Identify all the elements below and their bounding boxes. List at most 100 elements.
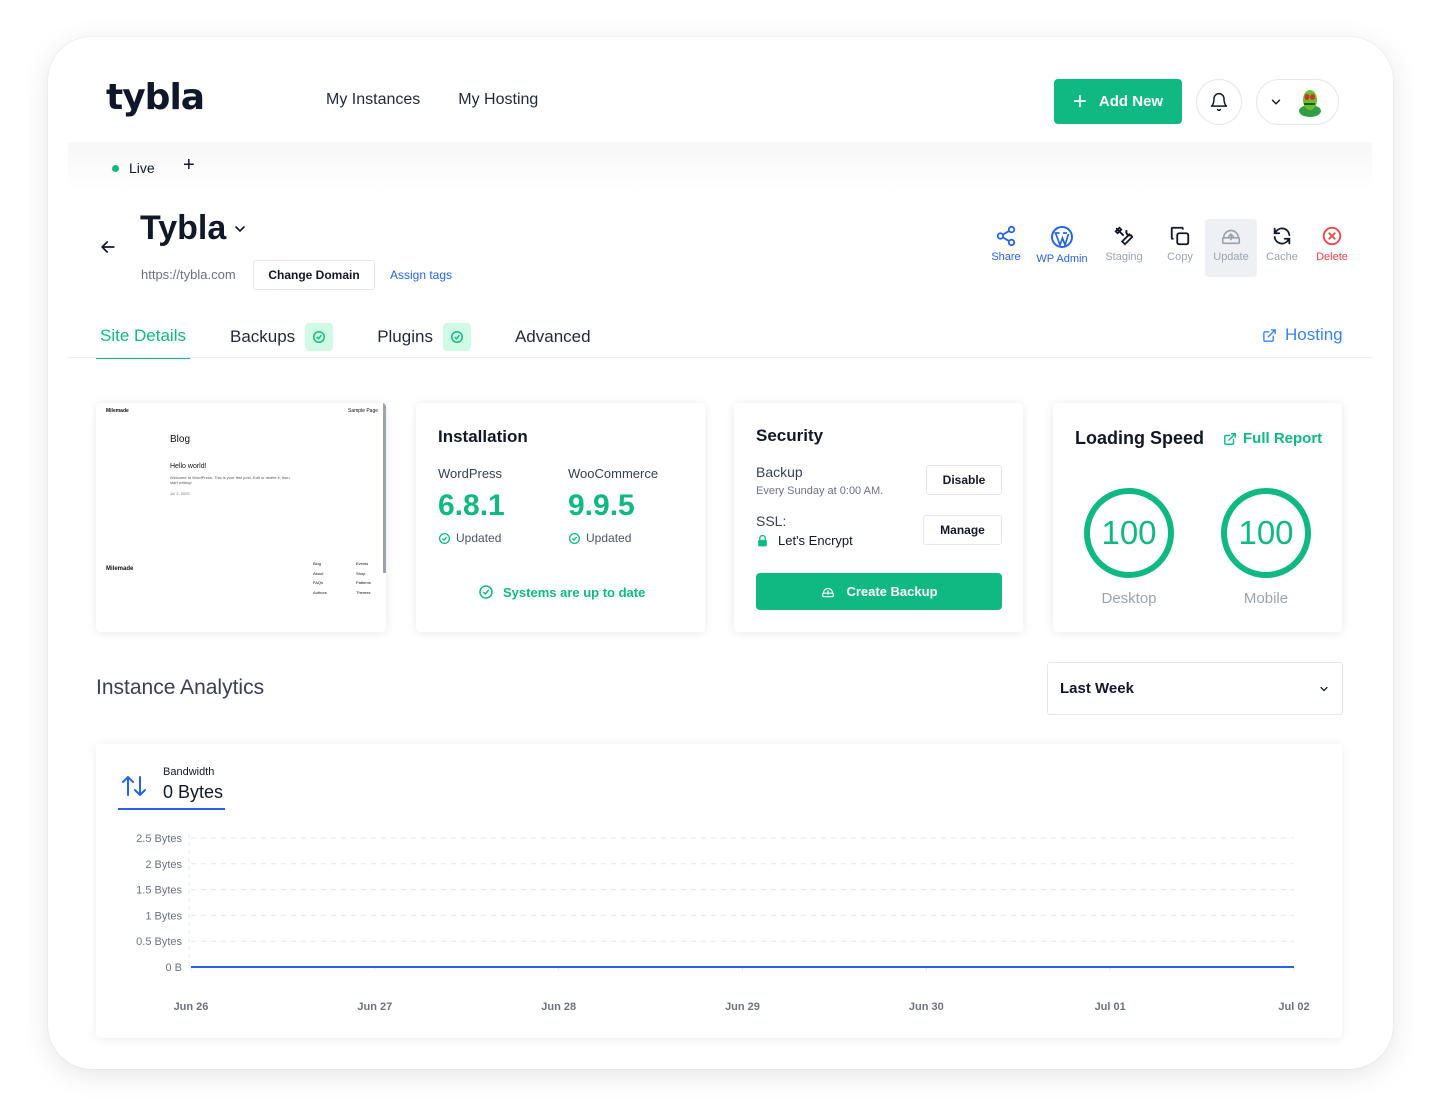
preview-footer-col2: Events Shop Patterns Themes	[356, 559, 371, 597]
analytics-title: Instance Analytics	[96, 676, 265, 699]
disable-backup-button[interactable]: Disable	[926, 465, 1002, 495]
delete-icon	[1322, 226, 1342, 246]
staging-action[interactable]: Staging	[1093, 219, 1155, 277]
preview-post-date: Jul 2, 2025	[170, 491, 190, 496]
y-tick-label: 1.5 Bytes	[136, 885, 182, 897]
desktop-score-gauge: 100	[1084, 488, 1174, 578]
tab-label: Advanced	[514, 327, 591, 346]
change-domain-button[interactable]: Change Domain	[253, 260, 375, 290]
cache-action[interactable]: Cache	[1257, 219, 1307, 277]
woocommerce-version: 9.9.5	[568, 489, 635, 522]
systems-status-text: Systems are up to date	[503, 584, 646, 600]
delete-action[interactable]: Delete	[1307, 219, 1357, 277]
environment-bar: Live +	[68, 142, 1372, 192]
woocommerce-status: Updated	[568, 531, 631, 545]
site-title[interactable]: Tybla	[140, 209, 248, 248]
full-report-link[interactable]: Full Report	[1223, 430, 1322, 447]
check-circle-icon	[479, 585, 493, 599]
external-link-icon	[1263, 328, 1276, 342]
preview-footer-link: FAQs	[313, 580, 324, 585]
add-environment-button[interactable]: +	[183, 154, 195, 177]
share-label: Share	[991, 251, 1021, 263]
app-frame: tybla My Instances My Hosting + Add New …	[48, 37, 1393, 1069]
tabs-divider	[68, 357, 1372, 358]
preview-post-excerpt: Welcome to WordPress. This is your first…	[170, 475, 290, 485]
ssl-provider: Let's Encrypt	[778, 533, 853, 548]
copy-icon	[1170, 226, 1190, 246]
user-menu[interactable]	[1256, 79, 1339, 125]
y-tick-label: 1 Bytes	[145, 910, 182, 922]
x-tick-label: Jun 28	[541, 1001, 576, 1013]
preview-footer-col1: Blog About FAQs Authors	[313, 559, 327, 597]
security-title: Security	[756, 426, 824, 445]
preview-scrollbar	[383, 403, 386, 573]
site-preview-card[interactable]: Milemade Sample Page Blog Hello world! W…	[96, 403, 386, 632]
tab-site-details[interactable]: Site Details	[96, 315, 190, 359]
delete-label: Delete	[1316, 251, 1348, 263]
x-tick-label: Jul 01	[1095, 1001, 1126, 1013]
ssl-label: SSL:	[756, 513, 787, 529]
tab-label: Site Details	[100, 326, 186, 345]
back-button[interactable]	[98, 237, 118, 262]
share-action[interactable]: Share	[981, 219, 1031, 277]
tab-label: Plugins	[377, 327, 433, 346]
chevron-down-icon	[1320, 686, 1328, 691]
staging-label: Staging	[1105, 251, 1143, 263]
preview-heading: Blog	[170, 434, 191, 445]
mobile-label: Mobile	[1243, 590, 1289, 607]
hosting-link-label: Hosting	[1285, 325, 1343, 344]
preview-footer-link: Blog	[313, 561, 322, 566]
add-new-button[interactable]: + Add New	[1054, 79, 1182, 124]
env-live-tab[interactable]: Live	[112, 160, 155, 176]
ssl-status: Let's Encrypt	[756, 533, 853, 548]
wp-admin-action[interactable]: WP Admin	[1031, 219, 1093, 277]
tab-backups[interactable]: Backups	[226, 315, 337, 359]
backup-label: Backup	[756, 464, 803, 480]
copy-label: Copy	[1167, 251, 1193, 263]
installation-card: Installation WordPress 6.8.1 Updated Woo…	[416, 403, 705, 632]
analytics-chart-card: Bandwidth 0 Bytes 2.5 Bytes 2 Bytes 1.5 By…	[96, 744, 1342, 1038]
avatar	[1295, 87, 1325, 117]
hosting-link[interactable]: Hosting	[1262, 325, 1343, 345]
x-tick-label: Jun 30	[909, 1001, 944, 1013]
update-label: Update	[1213, 251, 1249, 263]
x-tick-label: Jul 02	[1278, 1001, 1309, 1013]
y-tick-label: 0 B	[165, 962, 182, 974]
security-card: Security Backup Every Sunday at 0:00 AM.…	[734, 403, 1023, 632]
systems-status: Systems are up to date	[478, 584, 645, 600]
update-action[interactable]: Update	[1205, 219, 1257, 277]
logo[interactable]: tybla	[106, 77, 205, 118]
preview-site-name: Milemade	[106, 408, 129, 414]
period-select[interactable]: Last Week	[1047, 662, 1343, 715]
assign-tags-link[interactable]: Assign tags	[390, 268, 452, 282]
external-link-icon	[1224, 432, 1236, 445]
full-report-label: Full Report	[1243, 430, 1323, 447]
nav-my-hosting[interactable]: My Hosting	[458, 91, 538, 109]
loading-speed-title: Loading Speed	[1075, 428, 1205, 448]
tab-label: Backups	[229, 327, 296, 346]
preview-footer-link: Shop	[356, 570, 366, 576]
create-backup-label: Create Backup	[846, 584, 938, 599]
notifications-button[interactable]	[1196, 79, 1242, 125]
check-circle-icon	[568, 532, 581, 544]
site-tabs: Site Details Backups Plugins Advanced	[96, 315, 631, 359]
copy-action[interactable]: Copy	[1155, 219, 1205, 277]
env-live-label: Live	[129, 160, 155, 176]
share-icon	[996, 225, 1016, 247]
site-url[interactable]: https://tybla.com	[141, 267, 236, 282]
y-tick-label: 0.5 Bytes	[136, 936, 182, 948]
preview-footer-link: Themes	[356, 589, 371, 595]
manage-ssl-button[interactable]: Manage	[923, 515, 1002, 545]
x-tick-label: Jun 26	[174, 1001, 209, 1013]
preview-footer-link: About	[313, 570, 324, 576]
y-tick-label: 2.5 Bytes	[136, 833, 182, 845]
wordpress-label: WordPress	[438, 466, 503, 481]
create-backup-button[interactable]: Create Backup	[756, 573, 1002, 610]
tab-advanced[interactable]: Advanced	[511, 315, 595, 359]
preview-post-title: Hello world!	[170, 463, 207, 470]
x-tick-label: Jun 27	[357, 1001, 392, 1013]
nav-my-instances[interactable]: My Instances	[326, 91, 420, 109]
tab-plugins[interactable]: Plugins	[373, 315, 475, 359]
update-icon	[1221, 229, 1241, 245]
loading-speed-card: Loading Speed Full Report 100 Desktop 10…	[1053, 403, 1342, 632]
